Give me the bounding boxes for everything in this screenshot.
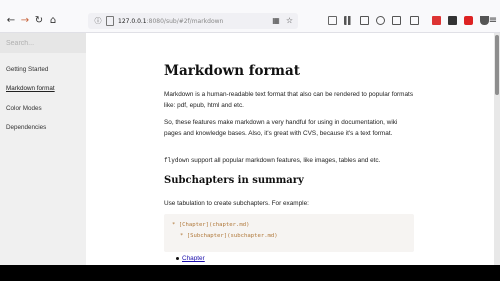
extension-red-icon[interactable] xyxy=(432,16,441,25)
address-bar[interactable]: ⓘ 127.0.0.1:8080/sub/#2f/markdown ▦ ☆ xyxy=(88,13,298,29)
extension-icon[interactable] xyxy=(448,16,457,25)
sidebar-item-color-modes[interactable]: Color Modes xyxy=(6,105,42,112)
sidebar-item-dependencies[interactable]: Dependencies xyxy=(6,124,46,131)
chapter-link[interactable]: Chapter xyxy=(182,255,205,262)
page-info-icon[interactable]: ⓘ xyxy=(93,16,103,26)
sidebar-item-getting-started[interactable]: Getting Started xyxy=(6,66,48,73)
code-block: * [Chapter](chapter.md) * [Subchapter](s… xyxy=(164,214,414,252)
browser-titlebar xyxy=(0,0,500,10)
paragraph-support-text: support all popular markdown features, l… xyxy=(189,157,381,164)
page-title: Markdown format xyxy=(164,63,300,79)
menu-icon[interactable]: ≡ xyxy=(488,14,498,28)
screenshot-icon[interactable] xyxy=(392,16,401,25)
section-heading: Subchapters in summary xyxy=(164,175,304,186)
sidebar-icon[interactable] xyxy=(360,16,369,25)
list-bullet xyxy=(176,257,179,260)
library-icon[interactable] xyxy=(344,16,353,25)
container-icon[interactable] xyxy=(410,16,419,25)
account-icon[interactable] xyxy=(376,16,385,25)
paragraph-tabulation: Use tabulation to create subchapters. Fo… xyxy=(164,200,309,207)
sidebar: Getting Started Markdown format Color Mo… xyxy=(0,33,86,265)
url-text[interactable]: 127.0.0.1:8080/sub/#2f/markdown xyxy=(118,18,223,25)
docs-app: Getting Started Markdown format Color Mo… xyxy=(0,33,500,265)
url-host: 127.0.0.1 xyxy=(118,17,147,25)
reader-icon[interactable]: ▦ xyxy=(272,16,280,26)
browser-toolbar: ← → ↻ ⌂ ⓘ 127.0.0.1:8080/sub/#2f/markdow… xyxy=(0,10,500,33)
inline-code: flydown xyxy=(164,157,190,164)
home-icon[interactable]: ⌂ xyxy=(46,14,60,28)
sidebar-item-markdown-format[interactable]: Markdown format xyxy=(6,85,55,92)
forward-icon[interactable]: → xyxy=(18,14,32,28)
back-icon[interactable]: ← xyxy=(4,14,18,28)
code-line: * [Chapter](chapter.md) xyxy=(172,222,250,228)
letterbox-bottom xyxy=(0,265,500,281)
downloads-icon[interactable] xyxy=(328,16,337,25)
search-box xyxy=(0,33,86,53)
search-input[interactable] xyxy=(6,37,78,49)
scrollbar-thumb[interactable] xyxy=(495,35,499,95)
paragraph-features: So, these features make markdown a very … xyxy=(164,119,398,137)
paragraph-intro: Markdown is a human-readable text format… xyxy=(164,91,414,109)
reload-icon[interactable]: ↻ xyxy=(32,14,46,28)
code-line: * [Subchapter](subchapter.md) xyxy=(180,233,278,239)
star-icon[interactable]: ☆ xyxy=(286,16,293,26)
extension-square-icon[interactable] xyxy=(464,16,473,25)
paragraph-support: flydown support all popular markdown fea… xyxy=(164,155,414,166)
scrollbar[interactable] xyxy=(494,33,500,265)
url-path: :8080/sub/#2f/markdown xyxy=(146,17,224,25)
page-icon xyxy=(106,16,114,26)
main-content: Markdown format Markdown is a human-read… xyxy=(86,33,494,265)
